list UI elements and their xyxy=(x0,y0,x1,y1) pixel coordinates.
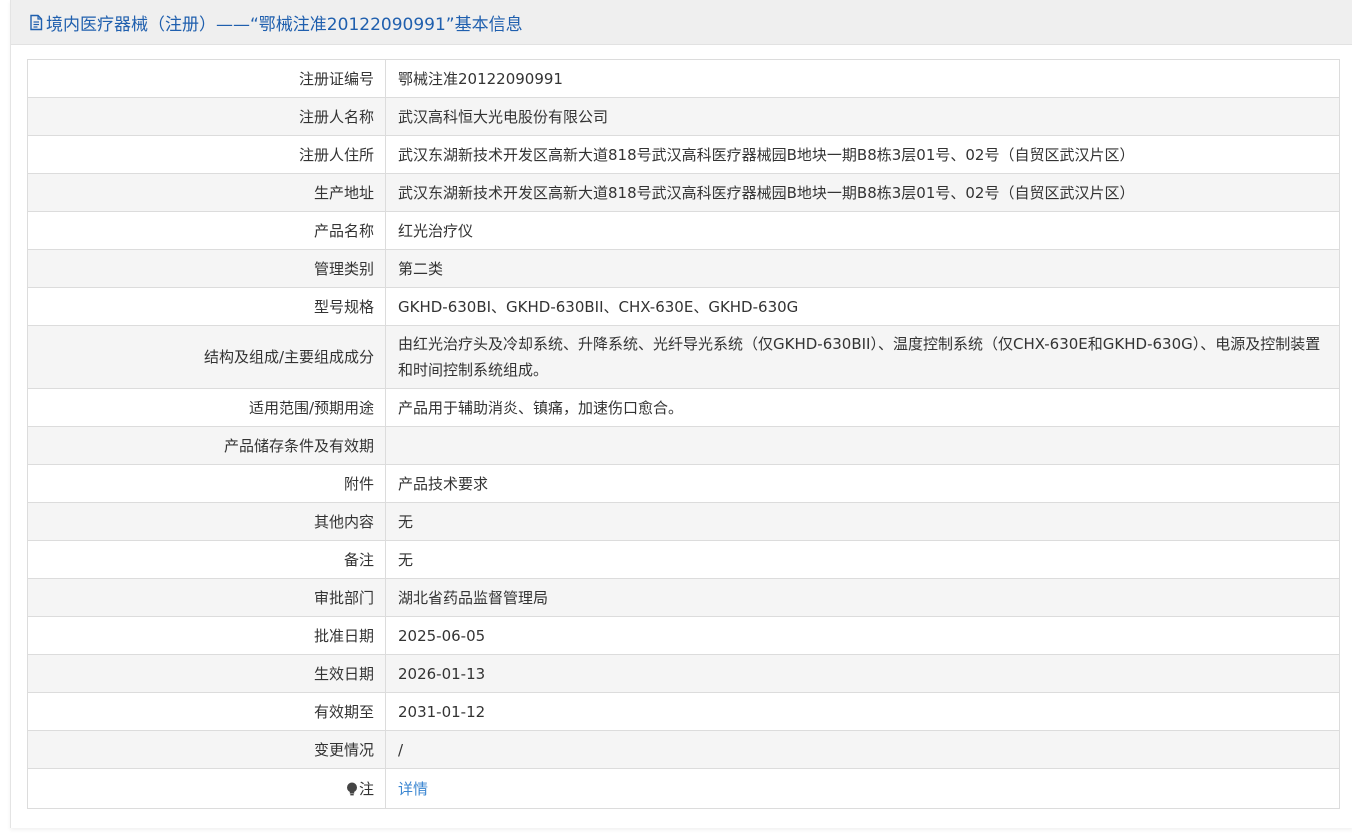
table-row: 产品储存条件及有效期 xyxy=(27,426,1340,465)
table-row: 型号规格 GKHD-630BI、GKHD-630BII、CHX-630E、GKH… xyxy=(27,287,1340,326)
info-panel: 境内医疗器械（注册）——“鄂械注准20122090991”基本信息 注册证编号 … xyxy=(10,0,1352,828)
row-label: 型号规格 xyxy=(27,287,386,326)
panel-header: 境内医疗器械（注册）——“鄂械注准20122090991”基本信息 xyxy=(11,0,1352,45)
table-row: 其他内容 无 xyxy=(27,502,1340,541)
row-label: 其他内容 xyxy=(27,502,386,541)
table-row: 生产地址 武汉东湖新技术开发区高新大道818号武汉高科医疗器械园B地块一期B8栋… xyxy=(27,173,1340,212)
row-value: 2026-01-13 xyxy=(385,654,1340,693)
row-value: GKHD-630BI、GKHD-630BII、CHX-630E、GKHD-630… xyxy=(385,287,1340,326)
row-value: 无 xyxy=(385,502,1340,541)
document-icon xyxy=(28,14,44,31)
table-row: 注册人名称 武汉高科恒大光电股份有限公司 xyxy=(27,97,1340,136)
table-row: 备注 无 xyxy=(27,540,1340,579)
table-row: 产品名称 红光治疗仪 xyxy=(27,211,1340,250)
row-value: 武汉东湖新技术开发区高新大道818号武汉高科医疗器械园B地块一期B8栋3层01号… xyxy=(385,135,1340,174)
row-label: 结构及组成/主要组成成分 xyxy=(27,325,386,389)
row-label: 审批部门 xyxy=(27,578,386,617)
row-value xyxy=(385,426,1340,465)
note-label: 注 xyxy=(358,779,374,798)
details-link[interactable]: 详情 xyxy=(398,780,428,798)
row-value: / xyxy=(385,730,1340,769)
row-value: 2031-01-12 xyxy=(385,692,1340,731)
row-label: 生产地址 xyxy=(27,173,386,212)
table-row: 附件 产品技术要求 xyxy=(27,464,1340,503)
row-value: 红光治疗仪 xyxy=(385,211,1340,250)
row-label: 批准日期 xyxy=(27,616,386,655)
info-table: 注册证编号 鄂械注准20122090991 注册人名称 武汉高科恒大光电股份有限… xyxy=(27,59,1340,809)
row-label: 备注 xyxy=(27,540,386,579)
table-row-note: 注 详情 xyxy=(27,768,1340,809)
table-row: 变更情况 / xyxy=(27,730,1340,769)
row-label: 适用范围/预期用途 xyxy=(27,388,386,427)
row-label: 产品储存条件及有效期 xyxy=(27,426,386,465)
row-label: 注册人住所 xyxy=(27,135,386,174)
table-row: 注册证编号 鄂械注准20122090991 xyxy=(27,59,1340,98)
table-row: 管理类别 第二类 xyxy=(27,249,1340,288)
table-row: 审批部门 湖北省药品监督管理局 xyxy=(27,578,1340,617)
table-row: 批准日期 2025-06-05 xyxy=(27,616,1340,655)
row-label: 变更情况 xyxy=(27,730,386,769)
table-row: 结构及组成/主要组成成分 由红光治疗头及冷却系统、升降系统、光纤导光系统（仅GK… xyxy=(27,325,1340,389)
row-value: 鄂械注准20122090991 xyxy=(385,59,1340,98)
row-label: 注册人名称 xyxy=(27,97,386,136)
row-label: 生效日期 xyxy=(27,654,386,693)
page-title: 境内医疗器械（注册）——“鄂械注准20122090991”基本信息 xyxy=(46,14,523,35)
table-row: 有效期至 2031-01-12 xyxy=(27,692,1340,731)
table-row: 适用范围/预期用途 产品用于辅助消炎、镇痛，加速伤口愈合。 xyxy=(27,388,1340,427)
row-label: 有效期至 xyxy=(27,692,386,731)
row-value: 2025-06-05 xyxy=(385,616,1340,655)
lightbulb-icon xyxy=(346,778,358,795)
note-label-cell: 注 xyxy=(27,768,386,809)
row-value: 武汉东湖新技术开发区高新大道818号武汉高科医疗器械园B地块一期B8栋3层01号… xyxy=(385,173,1340,212)
row-label: 产品名称 xyxy=(27,211,386,250)
note-value-cell: 详情 xyxy=(385,768,1340,809)
row-value: 湖北省药品监督管理局 xyxy=(385,578,1340,617)
table-row: 生效日期 2026-01-13 xyxy=(27,654,1340,693)
row-value: 产品技术要求 xyxy=(385,464,1340,503)
row-value: 第二类 xyxy=(385,249,1340,288)
row-label: 管理类别 xyxy=(27,249,386,288)
row-value: 无 xyxy=(385,540,1340,579)
row-value: 产品用于辅助消炎、镇痛，加速伤口愈合。 xyxy=(385,388,1340,427)
row-value: 由红光治疗头及冷却系统、升降系统、光纤导光系统（仅GKHD-630BII）、温度… xyxy=(385,325,1340,389)
row-label: 附件 xyxy=(27,464,386,503)
table-row: 注册人住所 武汉东湖新技术开发区高新大道818号武汉高科医疗器械园B地块一期B8… xyxy=(27,135,1340,174)
row-label: 注册证编号 xyxy=(27,59,386,98)
row-value: 武汉高科恒大光电股份有限公司 xyxy=(385,97,1340,136)
